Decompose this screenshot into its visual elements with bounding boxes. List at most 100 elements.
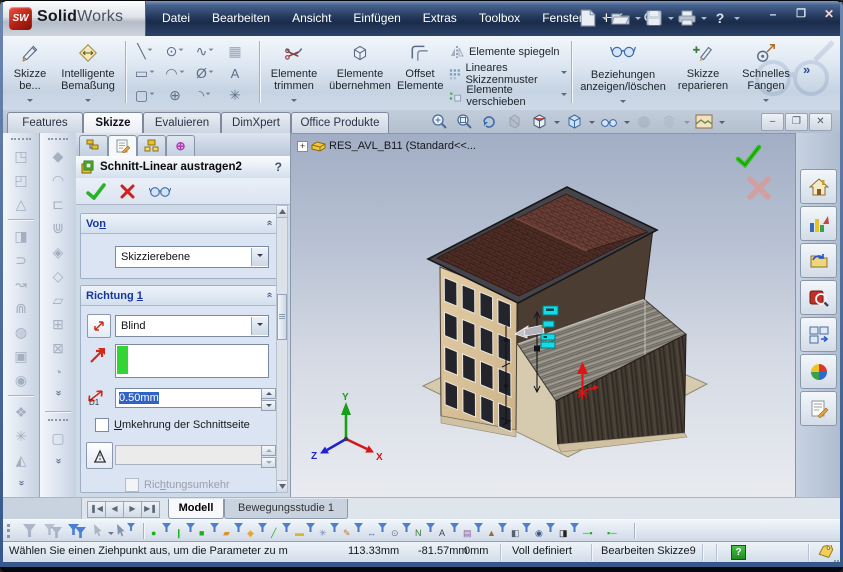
filter-solid-icon[interactable]: ◆: [245, 522, 269, 540]
document-close-button[interactable]: ✕: [809, 113, 832, 131]
surface-tool-icon[interactable]: ▱: [40, 289, 76, 311]
draft-button[interactable]: [86, 442, 113, 469]
tab-dimxpert[interactable]: DimXpert: [221, 112, 291, 133]
feature-tool-icon[interactable]: ↝: [3, 273, 39, 295]
titlebar[interactable]: SW SolidWorks Datei Bearbeiten Ansicht E…: [1, 1, 842, 36]
appearances-icon[interactable]: [658, 112, 680, 131]
filter-sketch-icon[interactable]: ✎: [341, 522, 365, 540]
surface-tool-icon[interactable]: ◆: [40, 145, 76, 167]
scroll-down-button[interactable]: [277, 480, 287, 492]
menu-einfuegen[interactable]: Einfügen: [342, 1, 411, 36]
hide-show-items-icon[interactable]: [598, 112, 620, 131]
menu-ansicht[interactable]: Ansicht: [281, 1, 342, 36]
feature-tool-icon[interactable]: ⋒: [3, 297, 39, 319]
feature-tool-icon[interactable]: ◍: [3, 321, 39, 343]
panel-scrollbar[interactable]: [276, 205, 288, 493]
save-icon[interactable]: [643, 8, 665, 28]
toolbar-grip[interactable]: [7, 524, 12, 538]
mirror-entities-button[interactable]: Elemente spiegeln: [449, 41, 567, 63]
quick-snaps-button[interactable]: Schnelles Fangen: [737, 39, 795, 105]
toolbar-grip[interactable]: [11, 138, 31, 142]
cancel-button[interactable]: [120, 184, 135, 199]
sketch-button[interactable]: Skizze be...: [7, 39, 53, 105]
reference-tool-icon[interactable]: ▢: [40, 427, 76, 449]
tab-scroll-prev-button[interactable]: ◀: [105, 501, 124, 518]
tab-features[interactable]: Features: [7, 112, 83, 133]
slot-tool-icon[interactable]: ▢: [130, 84, 160, 106]
scene-icon[interactable]: [693, 112, 715, 131]
filter-annotation-icon[interactable]: A: [437, 522, 461, 540]
ok-button[interactable]: [86, 183, 106, 200]
direction-selection-box[interactable]: [115, 344, 269, 378]
menu-toolbox[interactable]: Toolbox: [468, 1, 531, 36]
toolbar-grip[interactable]: [48, 419, 68, 423]
tags-icon[interactable]: [817, 545, 835, 559]
display-style-icon[interactable]: [563, 112, 585, 131]
confirm-ok-icon[interactable]: [738, 147, 759, 165]
smart-dimension-dropdown-icon[interactable]: [85, 99, 91, 105]
quick-snaps-dropdown-icon[interactable]: [763, 99, 769, 105]
feature-tool-icon[interactable]: ✳: [3, 425, 39, 447]
ellipse-tool-icon[interactable]: Ø: [190, 62, 220, 84]
filter-midpoint-icon[interactable]: ⊙: [389, 522, 413, 540]
search-pane-button[interactable]: [800, 280, 837, 315]
filter-connection-point-icon[interactable]: ─▪: [581, 522, 605, 540]
document-restore-button[interactable]: ❐: [785, 113, 808, 131]
feature-tool-icon[interactable]: △: [3, 193, 39, 215]
filter-hatch-icon[interactable]: ▤: [461, 522, 485, 540]
fillet-tool-icon[interactable]: ◝: [190, 84, 220, 106]
surface-tool-icon[interactable]: ◇: [40, 265, 76, 287]
feature-tool-icon[interactable]: ◉: [3, 369, 39, 391]
move-entities-button[interactable]: Elemente verschieben: [449, 85, 567, 107]
filter-axis-icon[interactable]: ╱: [269, 522, 293, 540]
window-minimize-button[interactable]: –: [761, 6, 785, 23]
von-plane-dropdown[interactable]: Skizzierebene: [115, 246, 269, 268]
rotate-view-icon[interactable]: [478, 112, 500, 131]
zoom-fit-icon[interactable]: [428, 112, 450, 131]
tab-scroll-next-button[interactable]: ▶: [123, 501, 142, 518]
toolbar-grip[interactable]: [48, 138, 68, 142]
filter-note-icon[interactable]: ◧: [509, 522, 533, 540]
3d-model-canvas[interactable]: Y X Z: [291, 134, 794, 496]
dropdown-arrow-icon[interactable]: [251, 248, 268, 266]
convert-entities-button[interactable]: Elemente übernehmen: [327, 39, 393, 105]
toolbar-more-icon[interactable]: »: [40, 455, 76, 466]
reverse-direction-button[interactable]: [87, 314, 111, 338]
filter-routing-point-icon[interactable]: ▪─: [605, 522, 629, 540]
linear-pattern-button[interactable]: Lineares Skizzenmuster: [449, 63, 567, 85]
section-richtung1-header[interactable]: Richtung 1 »: [81, 286, 277, 306]
surface-tool-icon[interactable]: ⊏: [40, 193, 76, 215]
menu-bearbeiten[interactable]: Bearbeiten: [201, 1, 281, 36]
sketch-dropdown-icon[interactable]: [27, 99, 33, 105]
section-view-icon[interactable]: [503, 112, 525, 131]
feature-tool-icon[interactable]: ◰: [3, 169, 39, 191]
toolbar-more-icon[interactable]: »: [40, 387, 76, 398]
surface-tool-icon[interactable]: ⊞: [40, 313, 76, 335]
filter-weld-icon[interactable]: ▲: [485, 522, 509, 540]
tab-scroll-last-button[interactable]: ▶❚: [141, 501, 160, 518]
select-box-tool-icon[interactable]: ▦: [220, 40, 250, 62]
collapse-icon[interactable]: »: [264, 293, 275, 298]
tab-evaluieren[interactable]: Evaluieren: [143, 112, 221, 133]
feature-tool-icon[interactable]: ◨: [3, 225, 39, 247]
feature-tool-icon[interactable]: ◭: [3, 449, 39, 471]
collapse-icon[interactable]: »: [264, 221, 275, 226]
menu-extras[interactable]: Extras: [412, 1, 468, 36]
rectangle-tool-icon[interactable]: ▭: [130, 62, 160, 84]
custom-properties-button[interactable]: [800, 391, 837, 426]
end-condition-dropdown[interactable]: Blind: [115, 315, 269, 337]
tab-modell[interactable]: Modell: [168, 499, 224, 519]
help-icon[interactable]: ?: [709, 8, 731, 28]
new-document-icon[interactable]: [577, 8, 599, 28]
smart-dimension-button[interactable]: Intelligente Bemaßung: [55, 39, 121, 105]
print-icon[interactable]: [676, 8, 698, 28]
dropdown-arrow-icon[interactable]: [251, 317, 268, 335]
display-relations-button[interactable]: Beziehungen anzeigen/löschen: [577, 39, 669, 105]
surface-tool-icon[interactable]: ◈: [40, 241, 76, 263]
confirm-cancel-icon[interactable]: [750, 179, 768, 197]
surface-tool-icon[interactable]: ⊠: [40, 337, 76, 359]
tab-featuremanager-tree[interactable]: [79, 135, 108, 157]
help-dropdown-icon[interactable]: [734, 17, 740, 23]
feature-tool-icon[interactable]: ❖: [3, 401, 39, 423]
filter-datum-icon[interactable]: ◨: [557, 522, 581, 540]
